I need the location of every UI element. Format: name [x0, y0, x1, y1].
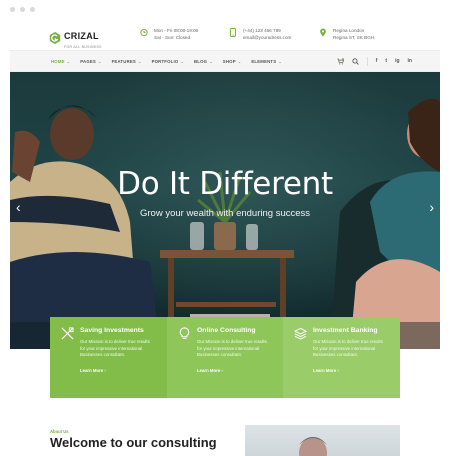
- chevron-down-icon: ⌄: [209, 58, 213, 64]
- about-photo: [299, 437, 327, 456]
- nav-item-label: FEATURES: [111, 58, 136, 64]
- map-pin-icon: [320, 28, 326, 37]
- nav-item-label: BLOG: [194, 58, 208, 64]
- cart-icon[interactable]: [337, 57, 344, 65]
- feature-title: Investment Banking: [313, 327, 378, 334]
- nav-item-portfolio[interactable]: PORTFOLIO ⌄: [152, 59, 184, 64]
- window-dot: [10, 7, 15, 12]
- layers-icon: [294, 327, 307, 340]
- lightbulb-icon: [179, 327, 190, 339]
- feature-title: Saving Investments: [80, 327, 144, 334]
- nav-item-label: PORTFOLIO: [151, 58, 179, 64]
- nav-item-shop[interactable]: SHOP ⌄: [223, 59, 242, 64]
- about-image: [245, 425, 400, 456]
- nav-item-blog[interactable]: BLOG ⌄: [194, 59, 213, 64]
- feature-card-consulting: Online Consulting Our Mission is to deli…: [167, 317, 283, 398]
- chevron-down-icon: ⌄: [138, 58, 142, 64]
- nav-item-label: HOME: [51, 58, 65, 64]
- feature-boxes: Saving Investments Our Mission is to del…: [50, 317, 400, 398]
- feature-card-saving: Saving Investments Our Mission is to del…: [50, 317, 167, 398]
- section-tag: About Us: [50, 429, 69, 434]
- hours-info: Mon - Fri 08:00-19:00 Sat - Sun: Closed: [140, 27, 198, 41]
- top-info-bar: CRIZAL FOR ALL BUSINESS Mon - Fri 08:00-…: [10, 18, 440, 49]
- search-icon[interactable]: [352, 57, 359, 65]
- chevron-down-icon: ⌄: [278, 58, 282, 64]
- window-dot: [30, 7, 35, 12]
- nav-item-label: ELEMENTS: [251, 58, 277, 64]
- logo[interactable]: CRIZAL FOR ALL BUSINESS: [49, 26, 102, 49]
- pencil-ruler-icon: [61, 327, 74, 340]
- hero-subtitle: Grow your wealth with enduring success: [139, 208, 311, 219]
- feature-title: Online Consulting: [197, 327, 256, 334]
- learn-more-link[interactable]: Learn More ›: [313, 368, 392, 373]
- email-address[interactable]: email@youradress.com: [243, 34, 291, 41]
- feature-text: Our Mission is to deliver true results f…: [80, 339, 150, 357]
- logo-mark-icon: [49, 31, 61, 44]
- phone-number[interactable]: (+44) 123 456 789: [243, 27, 291, 34]
- hero-title: Do It Different: [117, 166, 333, 202]
- page-frame: CRIZAL FOR ALL BUSINESS Mon - Fri 08:00-…: [10, 18, 440, 456]
- chevron-down-icon: ⌄: [66, 58, 71, 64]
- nav-item-home[interactable]: HOME ⌄: [51, 59, 70, 64]
- nav-item-label: SHOP: [222, 58, 236, 64]
- nav-item-label: PAGES: [80, 58, 96, 64]
- section-title: Welcome to our consulting: [50, 435, 217, 450]
- hours-weekend: Sat - Sun: Closed: [154, 35, 191, 40]
- hero-slider: Do It Different Grow your wealth with en…: [10, 72, 440, 349]
- nav-tools: f t ig in: [329, 51, 412, 71]
- nav-item-features[interactable]: FEATURES ⌄: [112, 59, 142, 64]
- clock-icon: [140, 28, 148, 37]
- nav-item-elements[interactable]: ELEMENTS ⌄: [251, 59, 282, 64]
- window-dot: [20, 7, 25, 12]
- nav-item-pages[interactable]: PAGES ⌄: [80, 59, 101, 64]
- feature-text: Our Mission is to deliver true results f…: [197, 339, 267, 357]
- phone-icon: [229, 28, 237, 37]
- slider-prev-icon[interactable]: ‹: [16, 200, 21, 214]
- phone-info: (+44) 123 456 789 email@youradress.com: [229, 27, 291, 41]
- chevron-down-icon: ⌄: [180, 58, 184, 64]
- twitter-icon[interactable]: t: [385, 58, 387, 64]
- main-navigation: HOME ⌄ PAGES ⌄ FEATURES ⌄ PORTFOLIO ⌄ BLOG ⌄ …: [10, 50, 440, 72]
- address-street: Regina ST, SK BGH.: [333, 35, 376, 40]
- linkedin-icon[interactable]: in: [408, 58, 412, 64]
- brand-name: CRIZAL: [64, 31, 99, 41]
- address-city: Regina London: [333, 28, 365, 33]
- instagram-icon[interactable]: ig: [395, 58, 399, 64]
- address-info: Regina London Regina ST, SK BGH.: [319, 27, 375, 41]
- hours-weekday: Mon - Fri 08:00-19:00: [154, 28, 199, 33]
- facebook-icon[interactable]: f: [376, 58, 378, 64]
- window-dots: [10, 7, 35, 12]
- slider-next-icon[interactable]: ›: [429, 200, 434, 214]
- nav-menu: HOME ⌄ PAGES ⌄ FEATURES ⌄ PORTFOLIO ⌄ BLOG ⌄ …: [51, 51, 292, 71]
- feature-text: Our Mission is to deliver true results f…: [313, 339, 383, 357]
- chevron-down-icon: ⌄: [237, 58, 242, 64]
- feature-card-banking: Investment Banking Our Mission is to del…: [283, 317, 400, 398]
- divider: [366, 56, 368, 66]
- chevron-down-icon: ⌄: [98, 58, 102, 64]
- brand-tagline: FOR ALL BUSINESS: [64, 45, 102, 49]
- learn-more-link[interactable]: Learn More ›: [80, 368, 159, 373]
- learn-more-link[interactable]: Learn More ›: [197, 368, 275, 373]
